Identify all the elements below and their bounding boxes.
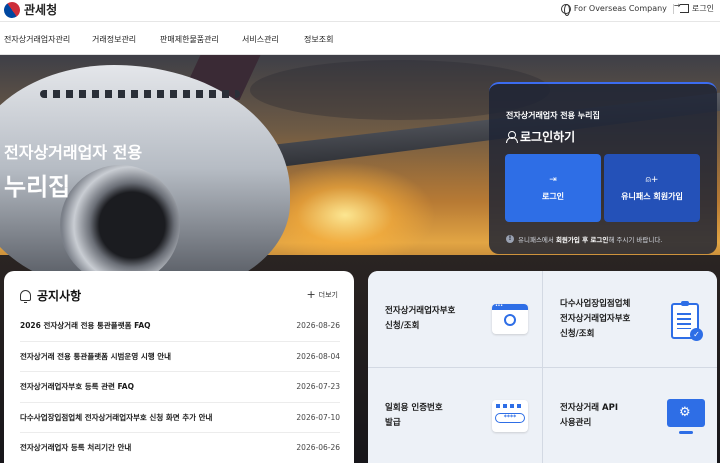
login-panel: 전자상거래업자 전용 누리집 로그인하기 ⇥ 로그인 ⍝+ 유니패스 회원가입 … [489, 82, 717, 254]
notice-item-title: 전자상거래업자부호 등록 관련 FAQ [20, 382, 134, 392]
plus-icon: + [306, 288, 316, 301]
nav-item-trade-info[interactable]: 거래정보관리 [92, 34, 136, 45]
notice-item-date: 2026-07-10 [296, 412, 340, 422]
main-nav: 전자상거래업자관리 거래정보관리 판매제한물품관리 서비스관리 정보조회 [0, 23, 720, 55]
service-label: 전자상거래업자부호 신청/조회 [385, 306, 456, 331]
notice-item-title: 2026 전자상거래 전용 통관플랫폼 FAQ [20, 321, 151, 331]
logo-text: 관세청 [24, 3, 58, 17]
hero-title-large: 누리집 [4, 173, 71, 201]
utility-links: For Overseas Company 로그인 [560, 1, 714, 16]
notice-heading: 공지사항 [20, 287, 81, 304]
hero-airplane-windows [40, 90, 240, 98]
join-button-label: 유니패스 회원가입 [621, 191, 683, 201]
notice-item[interactable]: 2026 전자상거래 전용 통관플랫폼 FAQ 2026-08-26 [20, 311, 340, 342]
notice-title: 공지사항 [37, 289, 82, 303]
bell-icon [20, 290, 31, 303]
service-label: 일회용 인증번호 발급 [385, 403, 443, 428]
top-bar: 관세청 For Overseas Company 로그인 [0, 0, 720, 22]
notice-item[interactable]: 전자상거래 전용 통관플랫폼 시범운영 시행 안내 2026-08-04 [20, 342, 340, 372]
login-note-text: 유니패스에서 회원가입 후 로그인해 주시기 바랍니다. [518, 236, 663, 244]
notice-item[interactable]: 전자상거래업자부호 등록 관련 FAQ 2026-07-23 [20, 372, 340, 403]
service-label: 다수사업장입점업체 전자상거래업자부호 신청/조회 [560, 298, 631, 339]
password-icon: **** [492, 400, 528, 432]
nav-item-service-manage[interactable]: 서비스관리 [242, 34, 279, 45]
more-label: 더보기 [318, 291, 338, 299]
login-note: ! 유니패스에서 회원가입 후 로그인해 주시기 바랍니다. [506, 234, 662, 244]
top-login-label: 로그인 [691, 4, 714, 13]
grid-divider-horizontal [368, 367, 717, 368]
emblem-icon [0, 0, 24, 21]
login-panel-heading-text: 로그인하기 [520, 130, 576, 144]
login-icon [674, 1, 689, 13]
login-panel-heading: 로그인하기 [506, 128, 575, 145]
service-api-manage[interactable]: 전자상거래 API 사용관리 ⚙ [543, 368, 717, 463]
notice-item-title: 전자상거래 전용 통관플랫폼 시범운영 시행 안내 [20, 351, 172, 361]
notice-item[interactable]: 다수사업장입점업체 전자상거래업자부호 신청 화면 추가 안내 2026-07-… [20, 403, 340, 433]
login-button-label: 로그인 [541, 191, 565, 201]
nav-item-info-lookup[interactable]: 정보조회 [304, 34, 333, 45]
service-grid: 전자상거래업자부호 신청/조회 다수사업장입점업체 전자상거래업자부호 신청/조… [368, 271, 717, 463]
service-code-apply[interactable]: 전자상거래업자부호 신청/조회 [368, 271, 542, 367]
notice-list: 2026 전자상거래 전용 통관플랫폼 FAQ 2026-08-26 전자상거래… [20, 311, 340, 463]
add-user-icon: ⍝+ [645, 174, 659, 185]
notice-item-date: 2026-06-26 [296, 443, 340, 453]
service-label: 전자상거래 API 사용관리 [560, 403, 619, 428]
site-logo[interactable]: 관세청 [0, 0, 58, 21]
notice-more-link[interactable]: + 더보기 [306, 288, 338, 301]
hero-title: 전자상거래업자 전용 [4, 143, 143, 162]
service-multi-store-code-apply[interactable]: 다수사업장입점업체 전자상거래업자부호 신청/조회 ✓ [543, 271, 717, 367]
notice-item[interactable]: 전자상거래업자 등록 처리기간 안내 2026-06-26 [20, 433, 340, 463]
monitor-gear-icon: ⚙ [667, 399, 705, 434]
notice-item-date: 2026-07-23 [296, 382, 340, 392]
overseas-label: For Overseas Company [573, 4, 667, 13]
login-panel-subtitle: 전자상거래업자 전용 누리집 [506, 111, 600, 120]
notice-card: 공지사항 + 더보기 2026 전자상거래 전용 통관플랫폼 FAQ 2026-… [4, 271, 354, 463]
notice-item-title: 전자상거래업자 등록 처리기간 안내 [20, 443, 132, 453]
globe-icon [560, 3, 571, 16]
notice-item-title: 다수사업장입점업체 전자상거래업자부호 신청 화면 추가 안내 [20, 412, 213, 422]
info-icon: ! [506, 235, 514, 243]
notice-item-date: 2026-08-26 [296, 321, 340, 331]
top-login-link[interactable]: 로그인 [674, 1, 714, 14]
user-icon [506, 131, 518, 143]
service-otp-issue[interactable]: 일회용 인증번호 발급 **** [368, 368, 542, 463]
unipass-join-button[interactable]: ⍝+ 유니패스 회원가입 [604, 154, 700, 222]
login-button[interactable]: ⇥ 로그인 [505, 154, 601, 222]
notice-item-date: 2026-08-04 [296, 351, 340, 361]
login-arrow-icon: ⇥ [549, 174, 557, 185]
search-window-icon [492, 304, 528, 334]
hero-airplane-engine [60, 165, 180, 285]
nav-item-restricted-goods[interactable]: 판매제한물품관리 [160, 34, 219, 45]
nav-item-ecommerce-manage[interactable]: 전자상거래업자관리 [4, 34, 70, 45]
clipboard-check-icon: ✓ [671, 301, 703, 341]
overseas-company-link[interactable]: For Overseas Company [560, 3, 667, 16]
